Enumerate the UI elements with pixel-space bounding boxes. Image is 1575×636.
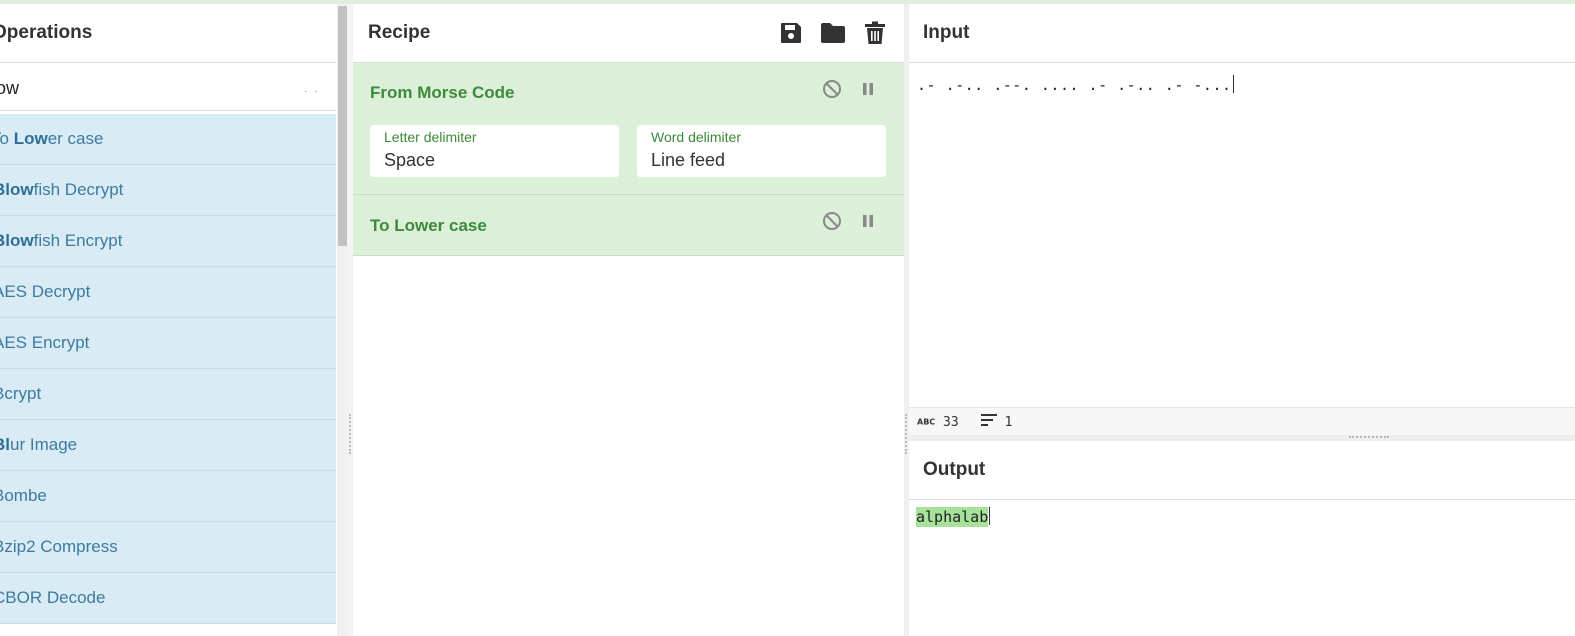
trash-icon[interactable] <box>862 20 888 46</box>
disable-icon[interactable] <box>822 211 842 231</box>
lines-stat: 1 <box>980 414 1013 430</box>
op-item-label: Bcrypt <box>0 384 42 403</box>
io-panel: Input .- .-.. .--. .... .- .-.. .- -... … <box>909 4 1575 636</box>
op-item-label: AES Encrypt <box>0 333 90 352</box>
word-delimiter-value[interactable]: Line feed <box>651 150 872 171</box>
operations-title: Operations <box>0 22 93 43</box>
op-item-label: Bzip2 Compress <box>0 537 118 556</box>
op-item-label: Blur Image <box>0 435 78 454</box>
svg-text:ABC: ABC <box>917 417 935 426</box>
recipe-step-title: To Lower case <box>370 216 487 235</box>
op-item-to-lower-case[interactable]: To Lower case <box>0 114 336 165</box>
op-item-blowfish-decrypt[interactable]: Blowfish Decrypt <box>0 165 336 216</box>
operations-list: To Lower case Blowfish Decrypt Blowfish … <box>0 114 336 624</box>
op-item-label: Blowfish Encrypt <box>0 231 123 250</box>
disable-icon[interactable] <box>822 79 842 99</box>
letter-delimiter-label: Letter delimiter <box>384 129 477 145</box>
op-item-bzip2-compress[interactable]: Bzip2 Compress <box>0 522 336 573</box>
recipe-header: Recipe <box>353 4 904 63</box>
breakpoint-pause-icon[interactable] <box>858 79 878 99</box>
op-item-label: AES Decrypt <box>0 282 91 301</box>
output-title: Output <box>923 459 986 480</box>
input-text[interactable]: .- .-.. .--. .... .- .-.. .- -... <box>917 75 1234 94</box>
operations-scrollbar[interactable] <box>337 4 347 636</box>
word-delimiter-label: Word delimiter <box>651 129 741 145</box>
recipe-step-controls <box>822 211 878 231</box>
save-icon[interactable] <box>778 20 804 46</box>
recipe-step-from-morse-code[interactable]: From Morse Code Letter delimiter Space W… <box>353 63 904 195</box>
op-item-aes-decrypt[interactable]: AES Decrypt <box>0 267 336 318</box>
length-stat: ABC 33 <box>917 415 959 430</box>
recipe-panel: Recipe From Morse Code Letter delimiter … <box>353 4 904 636</box>
op-item-label: To Lower case <box>0 129 104 148</box>
search-options-icon[interactable]: . . <box>304 81 320 95</box>
output-panel: Output alphalab <box>909 441 1575 636</box>
abc-icon: ABC <box>917 415 935 430</box>
operations-header: Operations <box>0 4 336 63</box>
op-item-label: Bombe <box>0 486 47 505</box>
recipe-toolbar <box>778 20 888 46</box>
word-delimiter-field[interactable]: Word delimiter Line feed <box>637 125 886 177</box>
op-item-blur-image[interactable]: Blur Image <box>0 420 336 471</box>
breakpoint-pause-icon[interactable] <box>858 211 878 231</box>
recipe-title: Recipe <box>368 22 431 43</box>
op-item-bcrypt[interactable]: Bcrypt <box>0 369 336 420</box>
input-status-bar: ABC 33 1 <box>909 407 1575 436</box>
resize-grip[interactable] <box>1349 436 1389 440</box>
text-caret <box>1232 75 1234 93</box>
operations-search-input[interactable] <box>0 75 292 101</box>
letter-delimiter-value[interactable]: Space <box>384 150 605 171</box>
output-text-area[interactable]: alphalab <box>916 507 991 527</box>
input-textarea[interactable]: .- .-.. .--. .... .- .-.. .- -... <box>909 63 1575 407</box>
input-header: Input <box>909 4 1575 63</box>
recipe-step-title: From Morse Code <box>370 83 515 102</box>
output-text[interactable]: alphalab <box>916 507 989 527</box>
op-item-bombe[interactable]: Bombe <box>0 471 336 522</box>
recipe-step-controls <box>822 79 878 99</box>
op-item-label: CBOR Decode <box>0 588 106 607</box>
op-item-aes-encrypt[interactable]: AES Encrypt <box>0 318 336 369</box>
operations-search[interactable]: . . <box>0 63 336 111</box>
op-item-blowfish-encrypt[interactable]: Blowfish Encrypt <box>0 216 336 267</box>
recipe-step-to-lower-case[interactable]: To Lower case <box>353 195 904 256</box>
input-title: Input <box>923 22 970 43</box>
op-item-label: Blowfish Decrypt <box>0 180 124 199</box>
lines-icon <box>980 414 997 430</box>
op-item-cbor-decode[interactable]: CBOR Decode <box>0 573 336 624</box>
letter-delimiter-field[interactable]: Letter delimiter Space <box>370 125 619 177</box>
input-length: 33 <box>943 414 959 430</box>
output-header: Output <box>909 441 1575 500</box>
folder-icon[interactable] <box>820 20 846 46</box>
operations-panel: Operations . . To Lower case Blowfish De… <box>0 4 336 636</box>
text-caret <box>989 507 991 525</box>
input-lines: 1 <box>1004 414 1013 430</box>
cyberchef-app: Operations . . To Lower case Blowfish De… <box>0 4 1575 636</box>
scrollbar-thumb[interactable] <box>338 6 347 246</box>
